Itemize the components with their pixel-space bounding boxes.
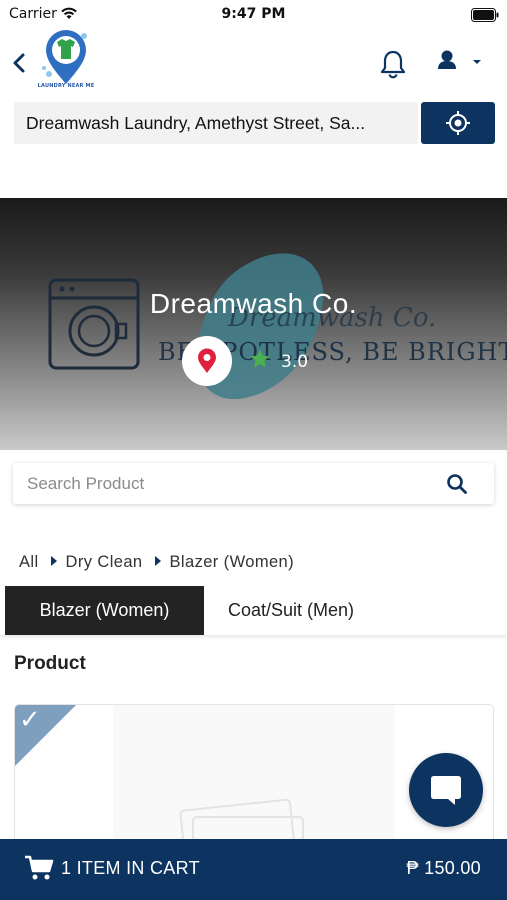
- cart-icon: [24, 855, 54, 885]
- cart-summary-bar[interactable]: 1 ITEM IN CART ₱ 150.00: [0, 839, 507, 900]
- breadcrumb-separator-icon: [154, 556, 161, 566]
- search-product-bar: [13, 463, 494, 504]
- category-tabs: Blazer (Women) Coat/Suit (Men): [0, 586, 507, 635]
- location-address-field[interactable]: Dreamwash Laundry, Amethyst Street, Sa..…: [14, 102, 418, 144]
- search-product-input[interactable]: [27, 473, 437, 494]
- chat-bubble-icon: [431, 776, 461, 805]
- product-image: [113, 705, 395, 853]
- crosshair-icon: [446, 111, 470, 135]
- shop-rating: 3.0: [281, 352, 309, 372]
- breadcrumb-blazer-women[interactable]: Blazer (Women): [170, 553, 295, 572]
- app-header: LAUNDRY NEAR ME: [0, 28, 507, 98]
- banner-artwork: BE SPOTLESS, BE BRIGHT Dreamwash Co.: [48, 253, 507, 400]
- status-bar: Carrier 9:47 PM: [0, 0, 507, 28]
- bell-icon: [380, 50, 406, 79]
- breadcrumb: All Dry Clean Blazer (Women): [19, 553, 294, 572]
- cart-total: ₱ 150.00: [406, 858, 481, 878]
- map-pin-icon: [198, 348, 216, 373]
- star-icon: [249, 348, 271, 374]
- breadcrumb-all[interactable]: All: [19, 553, 39, 572]
- back-chevron-icon: [13, 53, 25, 73]
- chat-button[interactable]: [409, 753, 483, 827]
- check-icon: ✓: [19, 705, 41, 735]
- battery-icon: [471, 7, 499, 26]
- shop-name: Dreamwash Co.: [149, 288, 358, 319]
- clock: 9:47 PM: [221, 6, 286, 22]
- shop-location-button[interactable]: [182, 336, 232, 386]
- back-button[interactable]: [10, 50, 30, 76]
- user-menu-button[interactable]: [436, 48, 486, 76]
- notifications-button[interactable]: [378, 48, 408, 80]
- tab-coat-suit-men[interactable]: Coat/Suit (Men): [206, 586, 376, 635]
- search-icon[interactable]: [446, 473, 468, 499]
- shop-banner: BE SPOTLESS, BE BRIGHT Dreamwash Co. Dre…: [0, 198, 507, 450]
- caret-down-icon: [473, 60, 481, 64]
- tab-blazer-women[interactable]: Blazer (Women): [5, 586, 204, 635]
- locate-me-button[interactable]: [421, 102, 495, 144]
- address-text: Dreamwash Laundry, Amethyst Street, Sa..…: [26, 112, 366, 133]
- product-heading: Product: [14, 653, 86, 674]
- breadcrumb-dry-clean[interactable]: Dry Clean: [66, 553, 143, 572]
- cart-item-count: 1 ITEM IN CART: [61, 858, 200, 878]
- logo-text: LAUNDRY NEAR ME: [37, 83, 95, 89]
- breadcrumb-separator-icon: [50, 556, 57, 566]
- user-icon: [438, 50, 456, 69]
